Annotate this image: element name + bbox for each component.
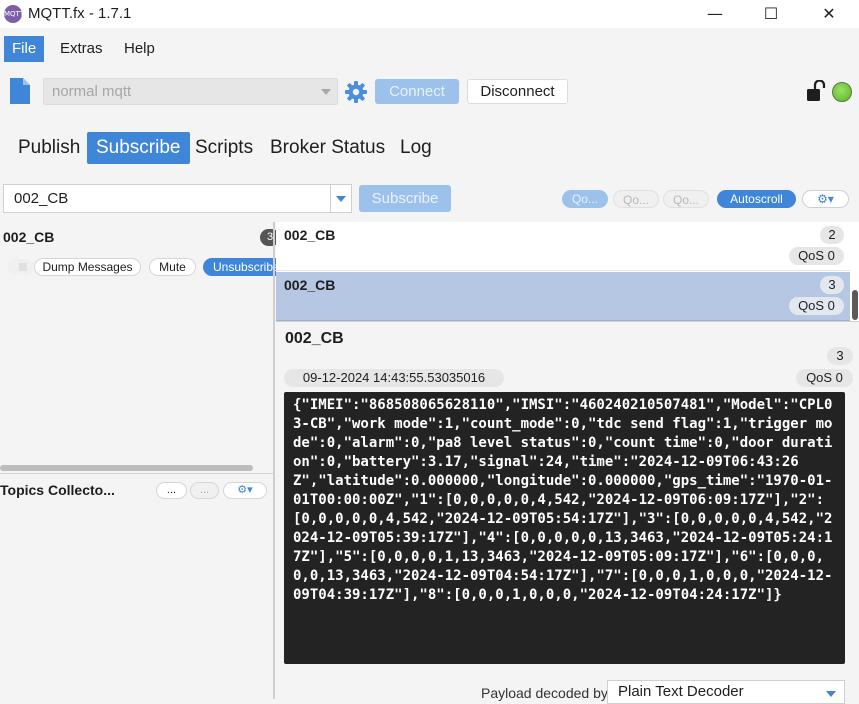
detail-number-badge: 3	[827, 347, 853, 365]
connection-profile-value: normal mqtt	[52, 83, 132, 100]
qos2-toggle[interactable]: Qo...	[663, 190, 709, 208]
vertical-scrollbar[interactable]	[852, 290, 858, 320]
topics-collector-label: Topics Collecto...	[0, 482, 115, 498]
subscribe-topic-input[interactable]: 002_CB	[3, 184, 331, 213]
autoscroll-toggle[interactable]: Autoscroll	[717, 190, 796, 208]
close-icon[interactable]: ✕	[800, 0, 858, 28]
tab-log[interactable]: Log	[391, 132, 441, 164]
app-icon: MQTT	[4, 5, 24, 23]
menu-help[interactable]: Help	[116, 36, 163, 62]
new-profile-icon[interactable]	[8, 77, 32, 105]
topic-history-dropdown[interactable]	[330, 184, 352, 213]
message-row[interactable]: 002_CB 2 QoS 0	[276, 222, 850, 271]
message-number-badge: 2	[820, 226, 844, 244]
message-number-badge: 3	[820, 276, 844, 294]
payload-decoder-select[interactable]: Plain Text Decoder	[607, 680, 845, 704]
payload-decoder-value: Plain Text Decoder	[618, 683, 744, 700]
message-topic: 002_CB	[284, 227, 336, 243]
chevron-down-icon: ▾	[247, 484, 253, 496]
title-bar: MQTT MQTT.fx - 1.7.1 — ☐ ✕	[0, 0, 859, 28]
message-row-selected[interactable]: 002_CB 3 QoS 0	[276, 272, 850, 321]
chevron-down-icon	[336, 196, 346, 202]
disconnect-button[interactable]: Disconnect	[467, 79, 568, 104]
connection-status-indicator	[832, 82, 852, 102]
menu-extras[interactable]: Extras	[52, 36, 111, 62]
horizontal-scrollbar[interactable]	[0, 465, 253, 471]
vertical-splitter[interactable]	[273, 222, 275, 699]
qos1-toggle[interactable]: Qo...	[613, 190, 659, 208]
maximize-icon[interactable]: ☐	[742, 0, 800, 28]
topics-collector-stop-button[interactable]: ...	[190, 482, 219, 499]
unsubscribe-button[interactable]: Unsubscribe	[203, 258, 283, 276]
tab-broker-status[interactable]: Broker Status	[261, 132, 394, 164]
chevron-down-icon	[321, 89, 331, 95]
qos0-toggle[interactable]: Qo...	[562, 190, 608, 208]
mute-button[interactable]: Mute	[149, 258, 196, 276]
message-topic: 002_CB	[284, 277, 336, 293]
tab-publish[interactable]: Publish	[9, 132, 89, 164]
pane-divider[interactable]	[0, 473, 274, 474]
subscribe-settings-button[interactable]: ⚙▾	[802, 190, 849, 208]
detail-topic: 002_CB	[285, 330, 344, 347]
subscription-topic: 002_CB	[3, 229, 55, 245]
subscriptions-pane	[0, 222, 274, 699]
connect-button[interactable]: Connect	[375, 79, 459, 104]
gear-icon: ⚙	[817, 192, 828, 206]
tab-subscribe[interactable]: Subscribe	[87, 132, 190, 164]
topics-collector-scan-button[interactable]: ...	[156, 482, 187, 499]
topics-collector-settings-button[interactable]: ⚙▾	[223, 482, 267, 499]
menu-file[interactable]: File	[4, 36, 45, 62]
menu-bar: File Extras Help	[0, 32, 859, 64]
detail-timestamp: 09-12-2024 14:43:55.53035016	[284, 369, 504, 387]
subscribe-button[interactable]: Subscribe	[359, 185, 451, 212]
chevron-down-icon: ▾	[827, 192, 834, 206]
list-detail-divider[interactable]	[276, 321, 859, 322]
tab-scripts[interactable]: Scripts	[186, 132, 262, 164]
gear-icon: ⚙	[237, 484, 248, 496]
payload-text: {"IMEI":"868508065628110","IMSI":"460240…	[293, 397, 833, 603]
detail-qos-badge: QoS 0	[796, 369, 853, 387]
minimize-icon[interactable]: —	[686, 0, 744, 28]
connection-profile-select[interactable]: normal mqtt	[43, 78, 338, 105]
dump-messages-button[interactable]: Dump Messages	[34, 258, 141, 276]
gear-icon[interactable]	[344, 80, 368, 104]
window-title: MQTT.fx - 1.7.1	[28, 5, 132, 22]
subscription-color-picker[interactable]	[8, 259, 34, 275]
unlocked-icon	[807, 80, 826, 101]
message-qos-badge: QoS 0	[789, 247, 844, 265]
message-qos-badge: QoS 0	[789, 297, 844, 315]
chevron-down-icon	[826, 691, 836, 697]
payload-view[interactable]: {"IMEI":"868508065628110","IMSI":"460240…	[284, 392, 845, 664]
